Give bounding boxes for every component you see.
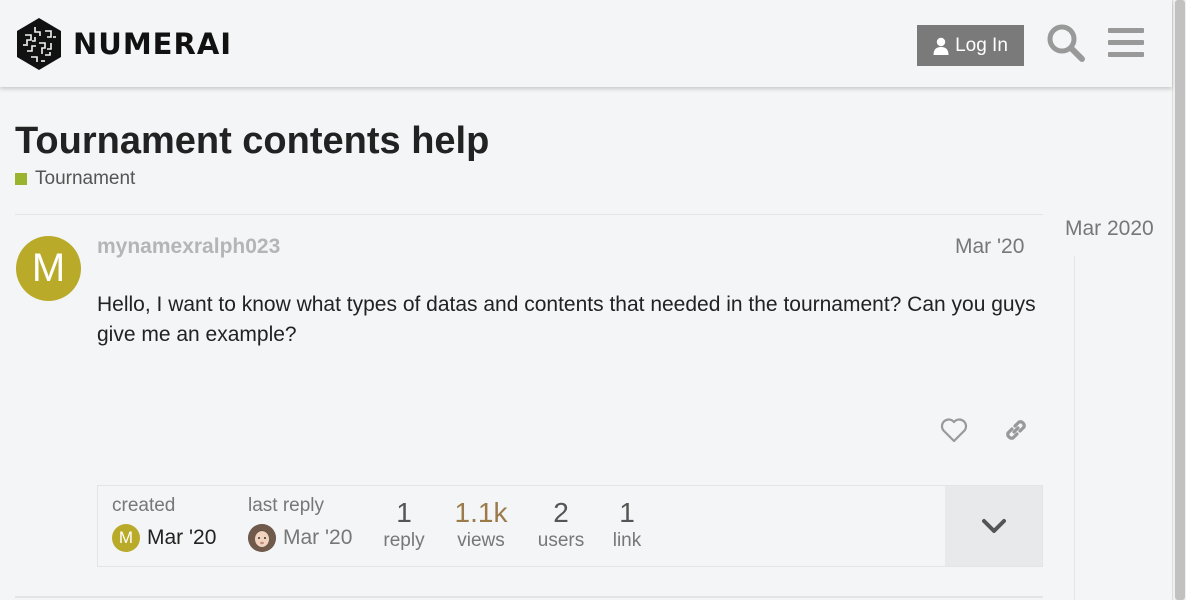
- divider: [15, 596, 1043, 598]
- views-label: views: [457, 530, 505, 551]
- chevron-down-icon: [981, 519, 1006, 533]
- timeline-track[interactable]: [1074, 256, 1075, 600]
- hamburger-menu-icon[interactable]: [1108, 26, 1144, 60]
- users-count: 2: [553, 497, 569, 528]
- search-icon[interactable]: [1045, 22, 1087, 64]
- replies-label: reply: [383, 530, 425, 551]
- created-date: Mar '20: [147, 526, 217, 549]
- created-avatar-letter: M: [118, 528, 134, 547]
- views-stat: 1.1k views: [450, 498, 512, 554]
- links-stat: 1 link: [608, 498, 646, 554]
- numerai-logo[interactable]: NUMERAI: [15, 17, 232, 71]
- like-heart-icon[interactable]: [940, 416, 968, 444]
- post-body: Hello, I want to know what types of data…: [97, 293, 1036, 346]
- replies-stat: 1 reply: [382, 498, 426, 554]
- category-name: Tournament: [35, 168, 136, 189]
- scrollbar-thumb[interactable]: [1175, 0, 1185, 600]
- divider: [15, 214, 1043, 215]
- post-date[interactable]: Mar '20: [955, 235, 1024, 259]
- created-label: created: [112, 495, 176, 516]
- site-header: NUMERAI Log In: [0, 0, 1172, 87]
- page-scrollbar[interactable]: [1172, 0, 1186, 600]
- login-button[interactable]: Log In: [917, 25, 1024, 66]
- views-count: 1.1k: [454, 497, 508, 528]
- post-username[interactable]: mynamexralph023: [97, 235, 280, 259]
- users-stat: 2 users: [534, 498, 588, 554]
- share-link-icon[interactable]: [1002, 416, 1030, 444]
- login-label: Log In: [955, 34, 1008, 56]
- last-reply-row[interactable]: Mar '20: [248, 524, 352, 552]
- links-count: 1: [619, 497, 635, 528]
- category-badge[interactable]: Tournament: [15, 168, 135, 190]
- topic-map: created M Mar '20 last reply Mar '20 1 r…: [97, 485, 1043, 567]
- last-reply-avatar: [248, 524, 276, 552]
- category-color-swatch: [15, 173, 27, 185]
- user-icon: [933, 37, 949, 55]
- expand-topic-map-button[interactable]: [945, 486, 1042, 566]
- links-label: link: [612, 530, 642, 551]
- last-reply-date: Mar '20: [283, 526, 353, 549]
- avatar-letter: M: [31, 246, 66, 290]
- last-reply-label: last reply: [248, 495, 325, 516]
- timeline-date[interactable]: Mar 2020: [1065, 217, 1154, 241]
- numerai-logo-icon: [17, 18, 61, 70]
- logo-text: NUMERAI: [73, 27, 233, 61]
- replies-count: 1: [396, 497, 412, 528]
- created-row[interactable]: M Mar '20: [112, 524, 216, 552]
- author-avatar[interactable]: M: [16, 236, 81, 301]
- topic-title[interactable]: Tournament contents help: [15, 120, 489, 163]
- created-avatar: M: [112, 524, 140, 552]
- users-label: users: [537, 530, 585, 551]
